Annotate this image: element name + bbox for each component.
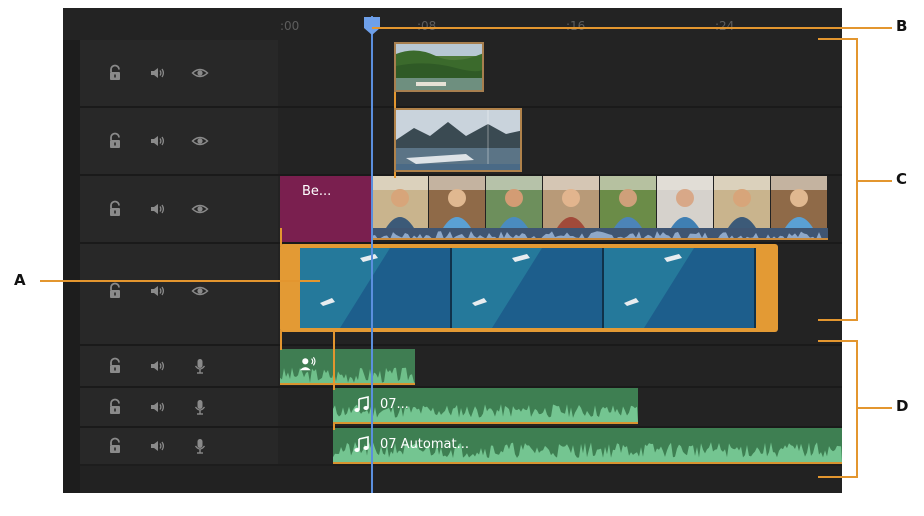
playhead-handle[interactable]: [363, 16, 381, 36]
callout-line-b: [372, 27, 892, 29]
audio-track-1: [63, 346, 842, 386]
microphone-icon[interactable]: [191, 437, 209, 455]
callout-d: D: [896, 397, 909, 415]
ruler-tick-08: :08: [417, 19, 437, 33]
eye-icon[interactable]: [191, 200, 209, 218]
speaker-icon[interactable]: [149, 64, 167, 82]
playhead-line[interactable]: [371, 16, 373, 493]
music-clip-1-label: 07...: [380, 397, 409, 412]
music-note-icon: [353, 396, 371, 414]
callout-line-a: [40, 280, 320, 282]
track-header: [80, 428, 278, 464]
voiceover-icon: [298, 355, 318, 373]
lock-icon[interactable]: [106, 200, 124, 218]
speaker-icon[interactable]: [149, 357, 167, 375]
track-lane[interactable]: [278, 108, 842, 174]
track-header: [80, 388, 278, 426]
bracket-c-top: [818, 38, 858, 40]
clip-connector: [394, 92, 396, 108]
callout-a: A: [14, 271, 26, 289]
clip-connector: [280, 228, 282, 246]
track-header: [80, 244, 278, 344]
track-lane[interactable]: [278, 40, 842, 106]
clip-connector: [280, 330, 282, 350]
speaker-icon[interactable]: [149, 200, 167, 218]
video-clip-ocean-selected[interactable]: [280, 244, 778, 332]
bracket-d-stub: [856, 407, 892, 409]
music-clip-2-label: 07 Automat...: [380, 437, 469, 452]
microphone-icon[interactable]: [191, 398, 209, 416]
speaker-icon[interactable]: [149, 132, 167, 150]
title-clip-label: Be...: [302, 184, 332, 199]
eye-icon[interactable]: [191, 64, 209, 82]
bracket-d-side: [856, 340, 858, 478]
video-clip-mountains[interactable]: [394, 108, 522, 172]
clip-connector: [333, 424, 335, 430]
track-header: [80, 346, 278, 386]
empty-track-area[interactable]: [80, 466, 842, 493]
ruler-tick-24: :24: [715, 19, 735, 33]
lock-icon[interactable]: [106, 132, 124, 150]
audio-clip-voiceover[interactable]: [280, 349, 415, 385]
bracket-c-stub: [856, 180, 892, 182]
video-clip-people[interactable]: [372, 176, 828, 240]
eye-icon[interactable]: [191, 132, 209, 150]
microphone-icon[interactable]: [191, 357, 209, 375]
speaker-icon[interactable]: [149, 437, 167, 455]
speaker-icon[interactable]: [149, 282, 167, 300]
track-header: [80, 176, 278, 242]
lock-icon[interactable]: [106, 64, 124, 82]
ruler-tick-16: :16: [566, 19, 586, 33]
ruler-tick-00: :00: [280, 19, 300, 33]
timeline-panel: :00 :08 :16 :24 Be... 07... 07 Automat..…: [63, 8, 842, 493]
eye-icon[interactable]: [191, 282, 209, 300]
video-clip-jungle[interactable]: [394, 42, 484, 92]
bracket-c-bottom: [818, 319, 858, 321]
clip-connector: [394, 172, 396, 178]
track-header: [80, 108, 278, 174]
track-header: [80, 40, 278, 106]
lock-icon[interactable]: [106, 398, 124, 416]
speaker-icon[interactable]: [149, 398, 167, 416]
audio-clip-music-2[interactable]: 07 Automat...: [333, 428, 842, 464]
time-ruler[interactable]: :00 :08 :16 :24: [63, 8, 842, 40]
clip-connector: [333, 330, 335, 390]
callout-b: B: [896, 17, 908, 35]
callout-c: C: [896, 170, 908, 188]
audio-clip-music-1[interactable]: 07...: [333, 388, 638, 424]
music-note-icon: [353, 436, 371, 454]
bracket-d-top: [818, 340, 858, 342]
bracket-c-side: [856, 38, 858, 320]
title-clip[interactable]: Be...: [280, 176, 372, 242]
lock-icon[interactable]: [106, 357, 124, 375]
lock-icon[interactable]: [106, 437, 124, 455]
lock-icon[interactable]: [106, 282, 124, 300]
bracket-d-bottom: [818, 476, 858, 478]
